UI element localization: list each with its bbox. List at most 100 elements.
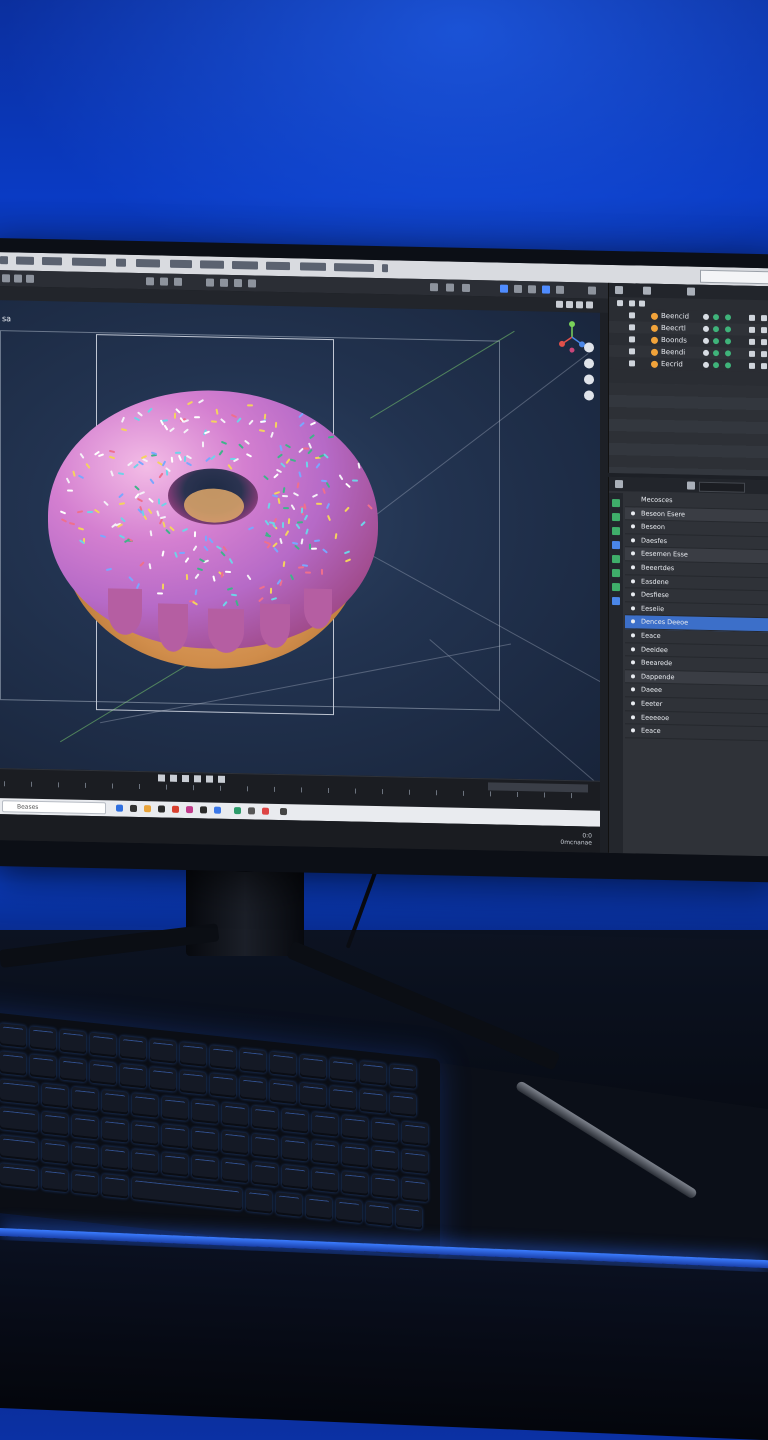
visibility-toggle-icon[interactable] [629, 360, 635, 367]
taskbar-app-icon[interactable] [158, 805, 165, 813]
menu-item-compositing[interactable] [334, 263, 374, 272]
taskbar-app-icon[interactable] [262, 807, 269, 815]
shading-options-icon[interactable] [556, 285, 564, 294]
rendered-shading-icon[interactable] [528, 285, 536, 294]
output-tab-icon[interactable] [612, 526, 620, 536]
add-menu-icon[interactable] [160, 277, 168, 286]
jump-start-icon[interactable] [158, 774, 165, 782]
material-shading-icon[interactable] [514, 284, 522, 294]
hide-viewport-icon[interactable] [749, 362, 755, 369]
render-toggle-icon[interactable] [761, 351, 767, 358]
cursor-icon[interactable] [26, 274, 34, 283]
select-icon[interactable] [14, 274, 22, 283]
menu-item-help[interactable] [116, 258, 126, 267]
hide-viewport-icon[interactable] [749, 314, 755, 321]
outliner-empty-rows [609, 382, 768, 477]
xray-icon[interactable] [542, 285, 550, 294]
filter-icon[interactable] [643, 286, 651, 295]
menu-item-uv[interactable] [232, 260, 258, 270]
gizmo-icon[interactable] [462, 283, 470, 292]
search-icon[interactable] [687, 481, 695, 490]
object-menu-icon[interactable] [174, 277, 182, 286]
taskbar-app-icon[interactable] [116, 804, 123, 812]
properties-search-field[interactable] [699, 481, 745, 493]
menu-item-edit[interactable] [16, 256, 34, 265]
render-icon[interactable] [566, 300, 573, 309]
jump-end-icon[interactable] [194, 775, 201, 783]
visibility-icon[interactable] [556, 300, 563, 308]
menu-item-scripting[interactable] [382, 264, 388, 273]
world-tab-icon[interactable] [612, 568, 620, 578]
solid-shading-icon[interactable] [500, 284, 508, 293]
tool-tab-icon[interactable] [612, 498, 620, 508]
orientation-icon[interactable] [446, 283, 454, 292]
proportional-icon[interactable] [234, 279, 242, 288]
object-tab-icon[interactable] [612, 582, 620, 592]
ortho-toggle-icon[interactable] [584, 390, 594, 401]
taskbar-app-icon[interactable] [186, 806, 193, 814]
navigation-gizmo[interactable] [558, 320, 586, 355]
search-icon[interactable] [687, 287, 695, 296]
material-icon [713, 362, 719, 369]
visibility-toggle-icon[interactable] [629, 348, 635, 355]
hide-viewport-icon[interactable] [749, 350, 755, 357]
view-layer-tab-icon[interactable] [612, 540, 620, 550]
lock-icon[interactable] [586, 301, 593, 309]
3d-viewport[interactable]: sa [0, 300, 600, 781]
play-icon[interactable] [182, 774, 189, 783]
render-toggle-icon[interactable] [761, 363, 767, 370]
menu-item-render[interactable] [42, 257, 62, 266]
overlay-icon[interactable] [248, 279, 256, 288]
view-menu-icon[interactable] [146, 277, 154, 286]
render-toggle-icon[interactable] [761, 327, 767, 334]
menu-item-layout[interactable] [136, 258, 160, 268]
outliner-row[interactable]: Eecrid [609, 356, 768, 373]
taskbar-app-icon[interactable] [144, 805, 151, 813]
taskbar-app-icon[interactable] [130, 804, 137, 812]
hide-viewport-icon[interactable] [749, 338, 755, 345]
visibility-toggle-icon[interactable] [629, 324, 635, 331]
menu-item-window[interactable] [72, 257, 106, 267]
editor-type-icon[interactable] [2, 274, 10, 283]
pivot-icon[interactable] [430, 283, 438, 292]
taskbar-search[interactable]: Beases [2, 800, 106, 815]
menu-item-modeling[interactable] [170, 259, 192, 269]
keyboard-key [282, 1108, 308, 1134]
camera-icon[interactable] [576, 301, 583, 309]
keyframe-icon[interactable] [206, 775, 213, 783]
visibility-toggle-icon[interactable] [629, 336, 635, 343]
keyboard-key [0, 1107, 38, 1134]
play-reverse-icon[interactable] [170, 774, 177, 782]
taskbar-app-icon[interactable] [248, 807, 255, 815]
menu-item-shading[interactable] [266, 261, 290, 271]
render-toggle-icon[interactable] [761, 339, 767, 346]
visibility-toggle-icon[interactable] [629, 312, 635, 319]
menu-item-file[interactable] [0, 256, 8, 265]
snap-icon[interactable] [220, 278, 228, 287]
hide-viewport-icon[interactable] [749, 326, 755, 333]
workspace-search[interactable] [700, 269, 768, 285]
zoom-icon[interactable] [584, 342, 594, 353]
taskbar-app-icon[interactable] [280, 807, 287, 816]
properties-editor-icon[interactable] [615, 480, 623, 489]
taskbar-app-icon[interactable] [234, 807, 241, 815]
scene-tab-icon[interactable] [612, 554, 620, 564]
viewport-options-icon[interactable] [588, 286, 596, 295]
donut-model[interactable] [48, 387, 378, 674]
render-tab-icon[interactable] [612, 512, 620, 522]
modifier-tab-icon[interactable] [612, 596, 620, 606]
viewport-navigation-tools [584, 342, 596, 406]
taskbar-app-icon[interactable] [214, 806, 221, 814]
render-toggle-icon[interactable] [761, 315, 767, 322]
transform-icon[interactable] [206, 278, 214, 287]
properties-row[interactable]: Eeace [625, 724, 768, 742]
camera-view-icon[interactable] [584, 374, 594, 385]
record-icon[interactable] [218, 775, 225, 783]
taskbar-app-icon[interactable] [172, 805, 179, 813]
outliner-editor-icon[interactable] [615, 286, 623, 295]
clock[interactable]: 0:0 0mcnanae [540, 831, 592, 846]
menu-item-animation[interactable] [300, 262, 326, 271]
pan-hand-icon[interactable] [584, 358, 594, 369]
taskbar-app-icon[interactable] [200, 806, 207, 814]
menu-item-sculpting[interactable] [200, 260, 224, 269]
